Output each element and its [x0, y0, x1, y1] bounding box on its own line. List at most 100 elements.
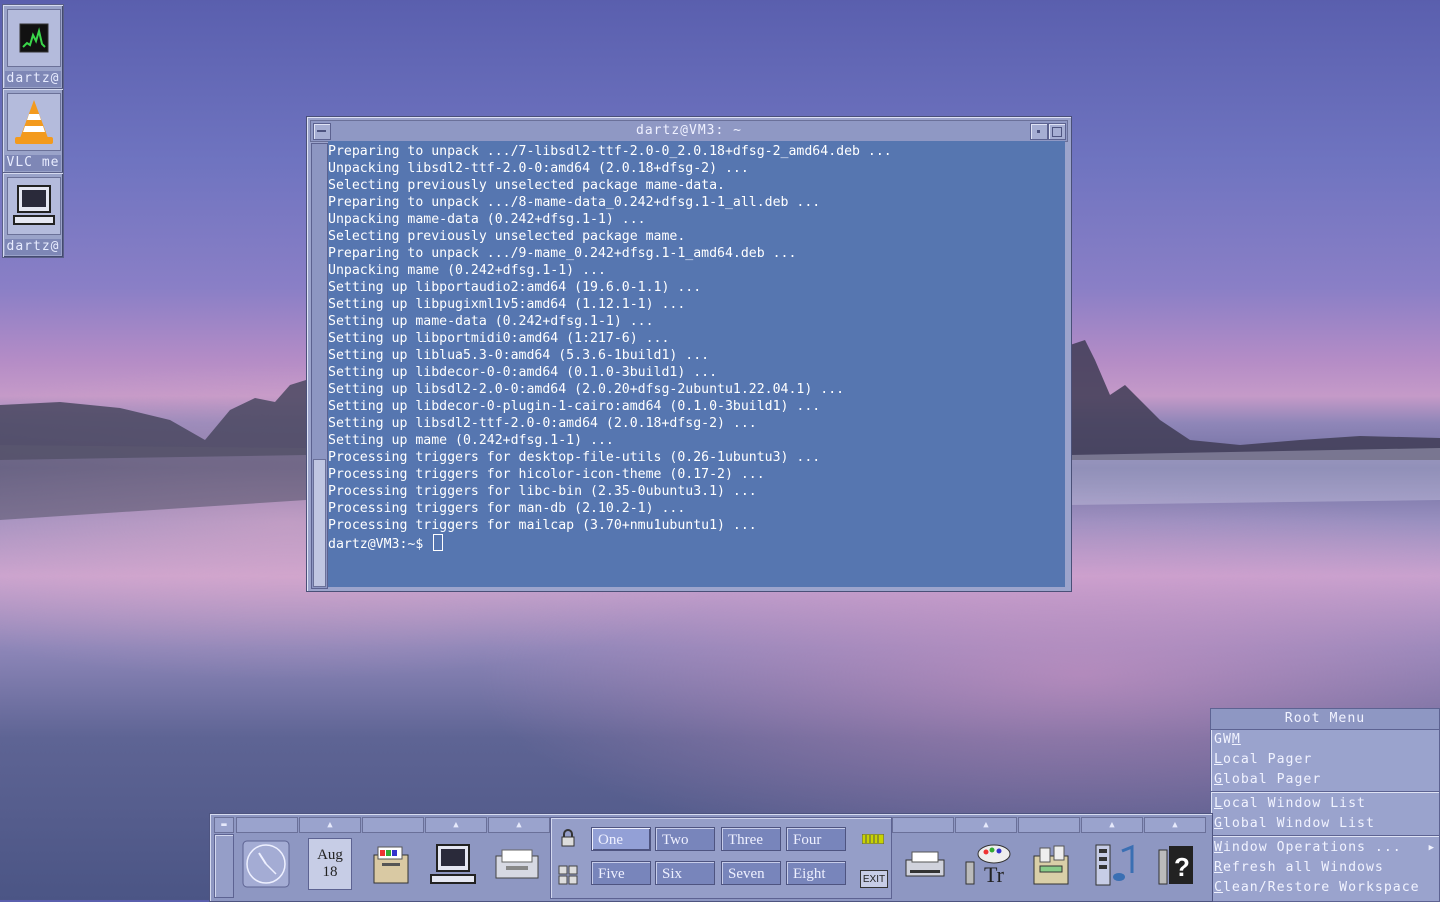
menu-item-label: Local Pager — [1214, 752, 1313, 767]
svg-text:?: ? — [1174, 852, 1190, 882]
terminal-line: Processing triggers for desktop-file-uti… — [328, 450, 821, 465]
menu-item-global-pager[interactable]: Global Pager — [1211, 770, 1439, 790]
desktop-icon-label: dartz@ — [5, 239, 61, 255]
terminal-line: Processing triggers for libc-bin (2.35-0… — [328, 484, 757, 499]
subpanel-tab[interactable] — [236, 817, 298, 833]
terminal-line: Processing triggers for hicolor-icon-the… — [328, 467, 765, 482]
terminal-window[interactable]: dartz@VM3: ~ Preparing to unpack .../7-l… — [306, 116, 1072, 592]
calendar-day: 18 — [322, 864, 338, 880]
subpanel-tab[interactable] — [892, 817, 954, 833]
terminal-line: Setting up libsdl2-2.0-0:amd64 (2.0.20+d… — [328, 382, 845, 397]
desktop-icon-label: VLC me — [5, 155, 61, 171]
terminal-output[interactable]: Preparing to unpack .../7-libsdl2-ttf-2.… — [328, 141, 1065, 587]
subpanel-tab[interactable]: ▲ — [955, 817, 1017, 833]
terminal-line: Setting up mame (0.242+dfsg.1-1) ... — [328, 433, 614, 448]
vlc-cone-icon — [7, 93, 61, 151]
menu-item-label: Clean/Restore Workspace — [1214, 880, 1420, 895]
menu-item-local-pager[interactable]: Local Pager — [1211, 750, 1439, 770]
menu-item-refresh-all-windows[interactable]: Refresh all Windows — [1211, 858, 1439, 878]
terminal-icon[interactable] — [426, 838, 480, 890]
menu-item-label: Refresh all Windows — [1214, 860, 1384, 875]
workspace-button-five[interactable]: Five — [591, 861, 651, 885]
terminal-line: Preparing to unpack .../9-mame_0.242+dfs… — [328, 246, 797, 261]
exit-button[interactable]: EXIT — [860, 870, 888, 888]
scrollbar-thumb[interactable] — [313, 459, 326, 587]
panel-menu-handle[interactable]: ▬ — [214, 817, 234, 833]
workspace-button-six[interactable]: Six — [655, 861, 715, 885]
clock-icon[interactable] — [240, 838, 292, 890]
desktop-icon-system-monitor[interactable]: dartz@ — [2, 4, 64, 90]
app-manager-icon[interactable] — [1024, 838, 1078, 892]
window-titlebar[interactable]: dartz@VM3: ~ — [310, 120, 1068, 142]
workspace-button-seven[interactable]: Seven — [721, 861, 781, 885]
subpanel-tab[interactable]: ▲ — [1081, 817, 1143, 833]
menu-separator — [1211, 791, 1439, 793]
terminal-line: Unpacking mame (0.242+dfsg.1-1) ... — [328, 263, 606, 278]
workspace-grid-icon[interactable] — [558, 864, 578, 886]
terminal-line: Setting up libportmidi0:amd64 (1:217-6) … — [328, 331, 670, 346]
maximize-button[interactable] — [1048, 123, 1066, 140]
terminal-line: Setting up liblua5.3-0:amd64 (5.3.6-1bui… — [328, 348, 710, 363]
terminal-cursor — [433, 534, 444, 551]
terminal-line: Unpacking mame-data (0.242+dfsg.1-1) ... — [328, 212, 646, 227]
menu-item-global-window-list[interactable]: Global Window List — [1211, 814, 1439, 834]
busy-indicator-icon — [860, 832, 886, 846]
subpanel-tab[interactable] — [362, 817, 424, 833]
desktop-icon-vlc[interactable]: VLC me — [2, 88, 64, 174]
terminal-line: Processing triggers for man-db (2.10.2-1… — [328, 501, 686, 516]
workspace-button-one[interactable]: One — [591, 827, 651, 851]
window-title: dartz@VM3: ~ — [636, 123, 742, 138]
subpanel-tab[interactable]: ▲ — [299, 817, 361, 833]
workspace-button-two[interactable]: Two — [655, 827, 715, 851]
terminal-line: Setting up mame-data (0.242+dfsg.1-1) ..… — [328, 314, 654, 329]
help-icon[interactable]: ? — [1150, 838, 1204, 892]
menu-mnemonic: W — [1214, 840, 1223, 855]
terminal-line: Setting up libdecor-0-0:amd64 (0.1.0-3bu… — [328, 365, 718, 380]
subpanel-tab[interactable] — [1018, 817, 1080, 833]
menu-mnemonic: L — [1214, 752, 1223, 767]
panel-drag-handle[interactable] — [214, 834, 234, 898]
computer-terminal-icon — [7, 177, 61, 235]
menu-item-label: GWM — [1214, 732, 1241, 747]
root-menu-title: Root Menu — [1211, 709, 1439, 730]
calendar-icon[interactable]: Aug 18 — [308, 838, 352, 890]
subpanel-tab[interactable]: ▲ — [488, 817, 550, 833]
mail-icon[interactable] — [490, 838, 544, 890]
terminal-line: Processing triggers for mailcap (3.70+nm… — [328, 518, 757, 533]
menu-item-clean-restore-workspace[interactable]: Clean/Restore Workspace — [1211, 878, 1439, 898]
menu-item-gwm[interactable]: GWM — [1211, 730, 1439, 750]
printer-icon[interactable] — [900, 840, 950, 890]
menu-mnemonic: R — [1214, 860, 1223, 875]
terminal-scrollbar[interactable] — [311, 143, 328, 589]
terminal-prompt: dartz@VM3:~$ — [328, 537, 432, 552]
root-menu[interactable]: Root Menu GWM Local Pager Global Pager Loca… — [1210, 708, 1440, 902]
desktop-icon-label: dartz@ — [5, 71, 61, 87]
file-manager-icon[interactable] — [366, 838, 416, 890]
terminal-line: Selecting previously unselected package … — [328, 229, 686, 244]
terminal-prompt-line[interactable]: dartz@VM3:~$ — [328, 534, 1065, 552]
terminal-line: Setting up libportaudio2:amd64 (19.6.0-1… — [328, 280, 702, 295]
calendar-month: Aug — [317, 847, 343, 863]
workspace-button-three[interactable]: Three — [721, 827, 781, 851]
lock-icon[interactable] — [558, 828, 578, 848]
subpanel-tab[interactable]: ▲ — [1144, 817, 1206, 833]
terminal-line: Preparing to unpack .../7-libsdl2-ttf-2.… — [328, 144, 892, 159]
multimedia-icon[interactable] — [1088, 838, 1142, 892]
menu-item-label: Global Window List — [1214, 816, 1375, 831]
style-manager-icon[interactable]: Tr — [960, 838, 1016, 892]
menu-mnemonic: G — [1214, 816, 1223, 831]
menu-mnemonic: G — [1214, 772, 1223, 787]
minimize-button[interactable] — [1030, 123, 1048, 140]
workspace-button-four[interactable]: Four — [786, 827, 846, 851]
menu-item-window-operations[interactable]: Window Operations ... ▶ — [1211, 838, 1439, 858]
menu-item-label: Local Window List — [1214, 796, 1366, 811]
system-monitor-icon — [7, 9, 61, 67]
subpanel-tab[interactable]: ▲ — [425, 817, 487, 833]
terminal-line: Setting up libsdl2-ttf-2.0-0:amd64 (2.0.… — [328, 416, 757, 431]
menu-mnemonic: M — [1231, 732, 1241, 747]
terminal-line: Preparing to unpack .../8-mame-data_0.24… — [328, 195, 821, 210]
front-panel: ▬ ▲ ▲ ▲ ▲ ▲ ▲ Aug 18 One Two Three Four Five… — [209, 813, 1213, 902]
workspace-button-eight[interactable]: Eight — [786, 861, 846, 885]
desktop-icon-terminal[interactable]: dartz@ — [2, 172, 64, 258]
menu-item-local-window-list[interactable]: Local Window List — [1211, 794, 1439, 814]
